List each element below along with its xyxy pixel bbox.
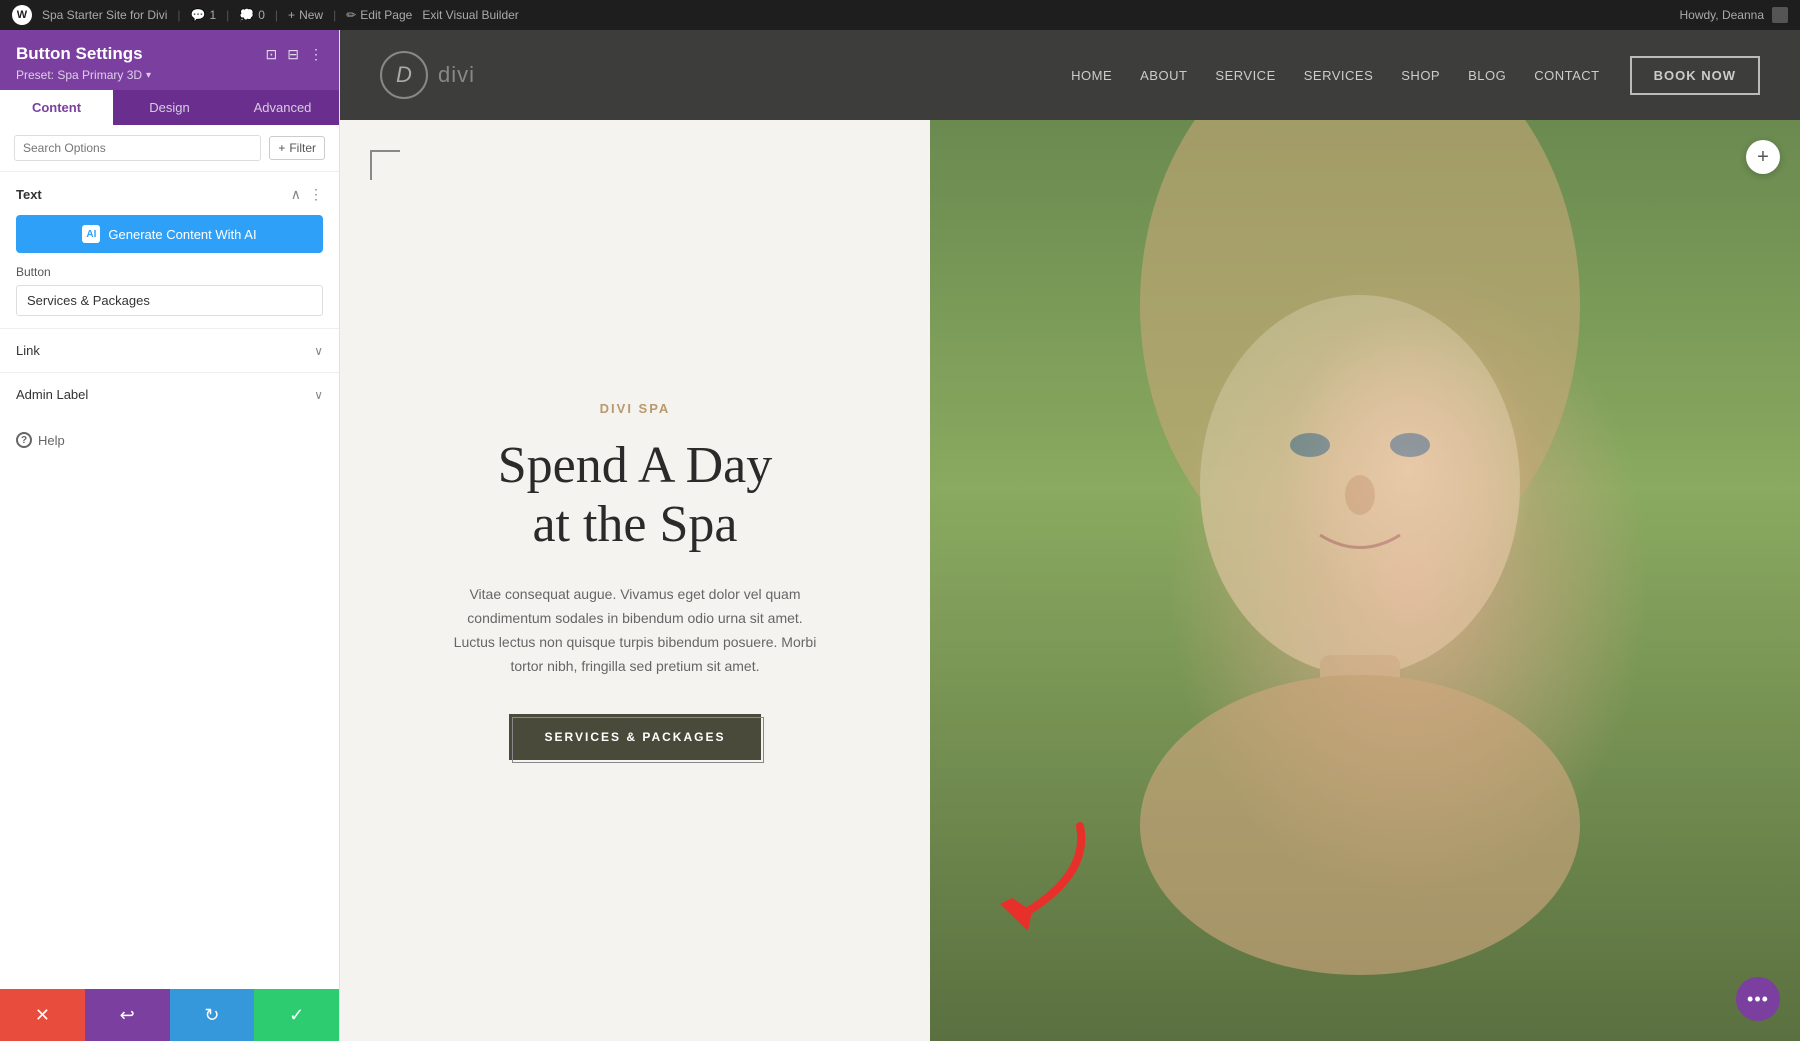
pencil-icon: ✏ [346,8,356,22]
nav-blog[interactable]: BLOG [1468,68,1506,83]
panel-tabs: Content Design Advanced [0,90,339,125]
ai-icon: AI [82,225,100,243]
plus-add-icon: + [1757,146,1769,169]
button-field-group: Button [0,265,339,328]
redo-button[interactable]: ↻ [170,989,255,1041]
nav-contact[interactable]: CONTACT [1534,68,1599,83]
tab-content[interactable]: Content [0,90,113,125]
panel-icon-2[interactable]: ⊟ [287,46,299,63]
hero-cta-button[interactable]: SERVICES & PACKAGES [509,714,762,760]
hero-right: + ••• [930,120,1800,1041]
section-actions: ∧ ⋮ [291,186,323,203]
help-icon: ? [16,432,32,448]
admin-label-header[interactable]: Admin Label ∨ [0,373,339,416]
tab-advanced[interactable]: Advanced [226,90,339,125]
comments-btn[interactable]: 💬 1 [191,8,217,22]
panel-bottom-bar: ✕ ↩ ↻ ✓ [0,989,339,1041]
admin-bar-left: W Spa Starter Site for Divi | 💬 1 | 💭 0 … [12,5,1668,25]
admin-bar: W Spa Starter Site for Divi | 💬 1 | 💭 0 … [0,0,1800,30]
plus-icon: + [288,8,295,22]
hero-corner-decoration [370,150,400,180]
wordpress-logo[interactable]: W [12,5,32,25]
add-section-button[interactable]: + [1746,140,1780,174]
new-btn[interactable]: + New [288,8,323,22]
logo-d-letter: D [396,62,412,88]
nav-about[interactable]: ABOUT [1140,68,1187,83]
comments-icon: 💬 [191,8,206,22]
logo-text: divi [438,62,475,88]
panel-header: Button Settings ⊡ ⊟ ⋮ Preset: Spa Primar… [0,30,339,90]
link-section: Link ∨ [0,328,339,372]
user-avatar[interactable] [1772,7,1788,23]
panel-content: Text ∧ ⋮ AI Generate Content With AI But… [0,172,339,1041]
panel-icon-1[interactable]: ⊡ [266,46,278,63]
site-logo: D divi [380,51,475,99]
link-section-header[interactable]: Link ∨ [0,329,339,372]
bubble-icon: 💭 [239,8,254,22]
site-navigation: HOME ABOUT SERVICE SERVICES SHOP BLOG CO… [1071,68,1600,83]
book-now-button[interactable]: BOOK NOW [1630,56,1760,95]
hero-body-text: Vitae consequat augue. Vivamus eget dolo… [445,583,825,678]
exit-builder-btn[interactable]: Exit Visual Builder [422,8,519,22]
button-field-label: Button [16,265,323,279]
undo-button[interactable]: ↩ [85,989,170,1041]
preview-area: D divi HOME ABOUT SERVICE SERVICES SHOP … [340,30,1800,1041]
link-chevron-icon: ∨ [314,344,323,358]
dots-icon: ••• [1747,989,1769,1010]
button-text-input[interactable] [16,285,323,316]
messages-btn[interactable]: 💭 0 [239,8,265,22]
panel-title: Button Settings [16,44,143,64]
more-options-icon[interactable]: ⋮ [309,186,323,203]
panel-header-icons: ⊡ ⊟ ⋮ [266,46,323,63]
text-section-header: Text ∧ ⋮ [0,172,339,211]
search-row: + Filter [0,125,339,172]
hero-image [930,120,1800,1041]
tab-design[interactable]: Design [113,90,226,125]
plus-filter-icon: + [278,141,285,155]
nav-services[interactable]: SERVICES [1304,68,1374,83]
search-input[interactable] [14,135,261,161]
cancel-button[interactable]: ✕ [0,989,85,1041]
link-section-title: Link [16,343,40,358]
collapse-icon[interactable]: ∧ [291,186,301,203]
panel-icon-3[interactable]: ⋮ [309,46,323,63]
generate-ai-button[interactable]: AI Generate Content With AI [16,215,323,253]
nav-home[interactable]: HOME [1071,68,1112,83]
main-layout: Button Settings ⊡ ⊟ ⋮ Preset: Spa Primar… [0,30,1800,1041]
hero-subtitle: DIVI SPA [600,401,671,416]
admin-bar-right: Howdy, Deanna [1680,7,1789,23]
filter-button[interactable]: + Filter [269,136,325,160]
hero-section: DIVI SPA Spend A Day at the Spa Vitae co… [340,120,1800,1041]
hero-title: Spend A Day at the Spa [498,436,772,556]
preset-label[interactable]: Preset: Spa Primary 3D ▾ [16,68,323,82]
edit-page-btn[interactable]: ✏ Edit Page [346,8,412,22]
admin-label-section: Admin Label ∨ [0,372,339,416]
site-name[interactable]: Spa Starter Site for Divi [42,8,167,22]
nav-shop[interactable]: SHOP [1401,68,1440,83]
help-row: ? Help [0,416,339,464]
help-label[interactable]: Help [38,433,65,448]
left-panel: Button Settings ⊡ ⊟ ⋮ Preset: Spa Primar… [0,30,340,1041]
save-button[interactable]: ✓ [254,989,339,1041]
text-section-title: Text [16,187,42,202]
logo-circle: D [380,51,428,99]
chevron-down-icon: ▾ [146,70,151,81]
admin-label-title: Admin Label [16,387,88,402]
dots-menu-button[interactable]: ••• [1736,977,1780,1021]
nav-service[interactable]: SERVICE [1215,68,1275,83]
hero-left: DIVI SPA Spend A Day at the Spa Vitae co… [340,120,930,1041]
admin-label-chevron-icon: ∨ [314,388,323,402]
site-nav: D divi HOME ABOUT SERVICE SERVICES SHOP … [340,30,1800,120]
howdy-text: Howdy, Deanna [1680,8,1765,22]
